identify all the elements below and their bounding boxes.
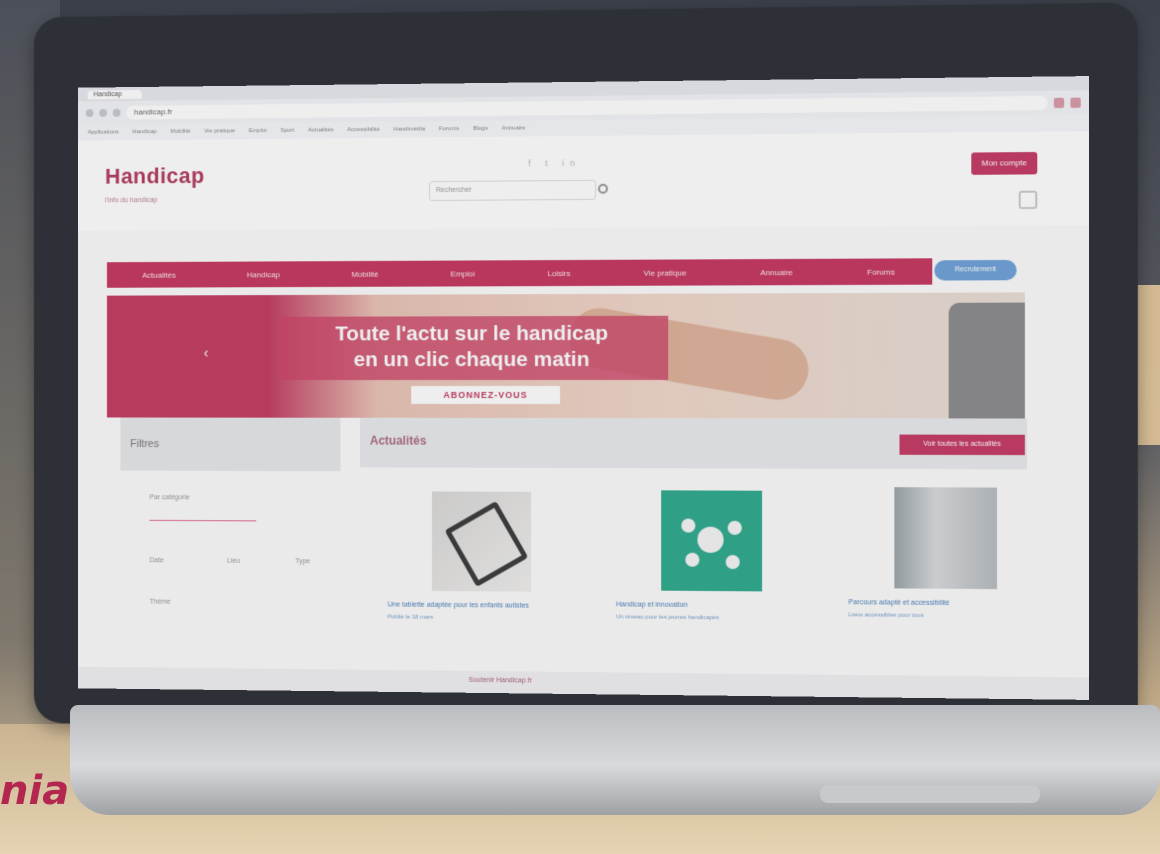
card-image[interactable] xyxy=(431,491,532,592)
bookmark-item[interactable]: Vie pratique xyxy=(204,128,235,134)
filter-label[interactable]: Date xyxy=(149,557,163,564)
see-all-button[interactable]: Voir toutes les actualités xyxy=(899,434,1025,456)
section-title: Actualités xyxy=(369,433,427,448)
search-input[interactable]: Rechercher xyxy=(428,179,596,202)
reload-icon[interactable] xyxy=(112,108,121,117)
card-title[interactable]: Handicap et innovation xyxy=(616,600,808,612)
subscribe-button[interactable]: ABONNEZ-VOUS xyxy=(411,386,561,404)
footer-link[interactable]: Soutenir Handicap.fr xyxy=(469,677,532,685)
card-image[interactable] xyxy=(661,490,763,592)
card-subtitle: Un réseau pour les jeunes handicapés xyxy=(616,614,719,622)
bookmark-item[interactable]: Mobilité xyxy=(170,129,190,135)
sidebar-title: Filtres xyxy=(120,417,341,472)
extension-icon[interactable] xyxy=(1070,97,1081,108)
site-tagline: l'info du handicap xyxy=(105,197,158,205)
chevron-left-icon[interactable]: ‹ xyxy=(204,345,209,361)
search-icon[interactable] xyxy=(597,183,608,194)
menu-item[interactable]: Handicap xyxy=(247,270,280,279)
site-logo[interactable]: Handicap xyxy=(105,163,205,189)
news-card[interactable]: Handicap et innovation Un réseau pour le… xyxy=(616,490,808,622)
bookmark-item[interactable]: Sport xyxy=(280,128,294,134)
account-button[interactable]: Mon compte xyxy=(971,151,1038,175)
bookmark-item[interactable]: Actualités xyxy=(308,127,333,133)
menu-item[interactable]: Vie pratique xyxy=(644,268,687,277)
back-icon[interactable] xyxy=(85,109,94,118)
menu-item[interactable]: Forums xyxy=(867,267,895,276)
bookmark-item[interactable]: Emploi xyxy=(249,128,267,134)
brand-watermark: nia xyxy=(0,768,70,814)
menu-badge[interactable]: Recrutement xyxy=(934,259,1017,281)
menu-item[interactable]: Mobilité xyxy=(351,269,378,278)
bookmark-item[interactable]: Annuaire xyxy=(502,125,526,131)
filter-label[interactable]: Lieu xyxy=(227,558,240,565)
menu-item[interactable]: Annuaire xyxy=(760,268,792,277)
sidebar-filters: Par catégorie Date Lieu Type Thème xyxy=(120,480,340,659)
banner-headline: Toute l'actu sur le handicap xyxy=(335,321,609,346)
banner-wheelchair-photo xyxy=(948,302,1025,419)
card-image[interactable] xyxy=(894,487,998,590)
menu-item[interactable]: Actualités xyxy=(142,270,176,279)
bookmark-item[interactable]: Forums xyxy=(439,126,459,132)
extension-icon[interactable] xyxy=(1053,97,1065,109)
cart-icon[interactable] xyxy=(1018,190,1038,210)
social-icons[interactable]: f t in xyxy=(528,158,581,168)
filter-underline xyxy=(149,519,257,522)
browser-tab[interactable]: Handicap xyxy=(87,89,142,99)
card-subtitle: Publié le 18 mars xyxy=(387,614,434,621)
main-menu: Actualités Handicap Mobilité Emploi Lois… xyxy=(106,258,933,288)
filter-label[interactable]: Par catégorie xyxy=(149,494,189,501)
bookmark-item[interactable]: Blogs xyxy=(473,126,488,132)
laptop-screen: Handicap handicap.fr Applications Handic… xyxy=(78,76,1090,700)
news-card[interactable]: Parcours adapté et accessibilité Lieux a… xyxy=(848,487,1043,620)
filter-label[interactable]: Thème xyxy=(149,599,170,606)
menu-item[interactable]: Loisirs xyxy=(547,269,570,278)
news-card[interactable]: Une tablette adaptée pour les enfants au… xyxy=(388,491,576,622)
bookmark-item[interactable]: Accessibilité xyxy=(347,127,379,133)
menu-item[interactable]: Emploi xyxy=(451,269,475,278)
bookmark-item[interactable]: Handicap xyxy=(132,129,157,135)
bookmark-item[interactable]: Handimédia xyxy=(394,126,426,132)
banner-subheadline: en un clic chaque matin xyxy=(353,347,590,372)
bookmark-item[interactable]: Applications xyxy=(88,129,119,135)
promo-banner[interactable]: ‹ Toute l'actu sur le handicap en un cli… xyxy=(106,292,1025,419)
forward-icon[interactable] xyxy=(99,108,107,117)
laptop-trackpad xyxy=(820,785,1040,803)
card-title[interactable]: Une tablette adaptée pour les enfants au… xyxy=(388,601,576,613)
card-title[interactable]: Parcours adapté et accessibilité xyxy=(848,598,1043,610)
card-subtitle: Lieux accessibles pour tous xyxy=(848,612,924,619)
site-header: Handicap l'info du handicap f t in Reche… xyxy=(78,131,1090,231)
filter-label[interactable]: Type xyxy=(295,558,310,565)
